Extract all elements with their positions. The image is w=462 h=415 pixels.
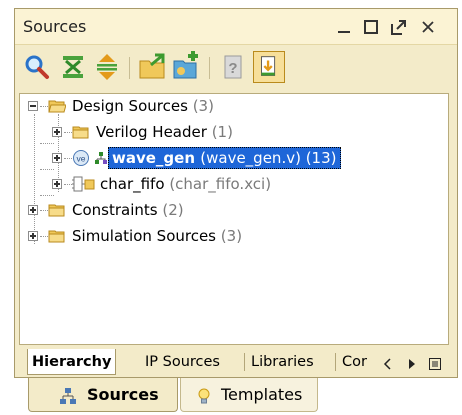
show-hierarchy-icon[interactable]	[253, 51, 285, 83]
node-count: (2)	[162, 201, 184, 219]
expand-toggle[interactable]	[28, 205, 38, 215]
tab-sources[interactable]: Sources	[28, 378, 178, 412]
tab-hierarchy[interactable]: Hierarchy	[27, 349, 117, 375]
new-source-icon[interactable]	[171, 51, 203, 83]
scroll-left-icon[interactable]	[382, 356, 394, 370]
add-sources-icon[interactable]	[137, 51, 169, 83]
folder-icon	[72, 124, 90, 140]
tab-compile-order[interactable]: Cor	[338, 349, 371, 375]
collapse-toggle[interactable]	[28, 101, 38, 111]
float-icon[interactable]	[388, 16, 410, 38]
ip-core-icon	[72, 176, 96, 192]
tab-label: Templates	[221, 385, 303, 404]
expand-all-icon[interactable]	[91, 51, 123, 83]
expand-toggle[interactable]	[52, 153, 62, 163]
scroll-right-icon[interactable]	[406, 356, 418, 369]
svg-text:ve: ve	[77, 154, 86, 164]
node-count: (3)	[220, 227, 243, 245]
node-label: Simulation Sources	[72, 227, 217, 245]
tab-label: Sources	[87, 385, 159, 404]
bottom-tabs: Sources Templates	[0, 378, 462, 415]
sources-toolbar: ?	[15, 46, 457, 90]
panel-titlebar: Sources	[15, 9, 457, 45]
svg-text:?: ?	[228, 60, 237, 77]
expand-toggle[interactable]	[28, 231, 38, 241]
node-detail: (char_fifo.xci)	[169, 175, 272, 193]
minimize-icon[interactable]	[333, 16, 355, 38]
collapse-all-icon[interactable]	[57, 51, 89, 83]
node-label: Verilog Header	[96, 123, 207, 141]
expand-toggle[interactable]	[52, 127, 62, 137]
node-label: wave_gen	[112, 149, 196, 167]
selected-node-highlight: wave_gen (wave_gen.v) (13)	[108, 147, 341, 169]
properties-icon[interactable]: ?	[217, 51, 249, 83]
lightbulb-icon	[198, 388, 210, 404]
node-label: char_fifo	[100, 175, 165, 193]
node-label: Constraints	[72, 201, 158, 219]
sources-tree: Design Sources (3) Verilog Header (1) ve	[19, 93, 449, 345]
search-icon[interactable]	[21, 51, 53, 83]
hierarchy-icon	[60, 388, 76, 404]
close-icon[interactable]	[417, 16, 439, 38]
view-tabs: Hierarchy IP Sources Libraries Cor	[15, 347, 457, 377]
node-detail: (wave_gen.v) (13)	[200, 149, 337, 167]
top-module-icon	[92, 150, 107, 166]
expand-toggle[interactable]	[52, 179, 62, 189]
maximize-icon[interactable]	[360, 16, 382, 38]
tab-libraries[interactable]: Libraries	[247, 349, 318, 375]
tab-ip-sources[interactable]: IP Sources	[141, 349, 224, 375]
verilog-file-icon: ve	[72, 150, 90, 166]
folder-open-icon	[48, 98, 66, 114]
node-count: (1)	[211, 123, 233, 141]
node-count: (3)	[192, 97, 214, 115]
tab-templates[interactable]: Templates	[180, 378, 318, 412]
sources-panel: Sources ? Design Sources (3) Verilog Hea…	[14, 8, 458, 378]
panel-title: Sources	[23, 17, 87, 36]
tab-list-icon[interactable]	[429, 356, 441, 370]
folder-icon	[48, 202, 66, 218]
folder-icon	[48, 228, 66, 244]
node-label: Design Sources	[72, 97, 188, 115]
